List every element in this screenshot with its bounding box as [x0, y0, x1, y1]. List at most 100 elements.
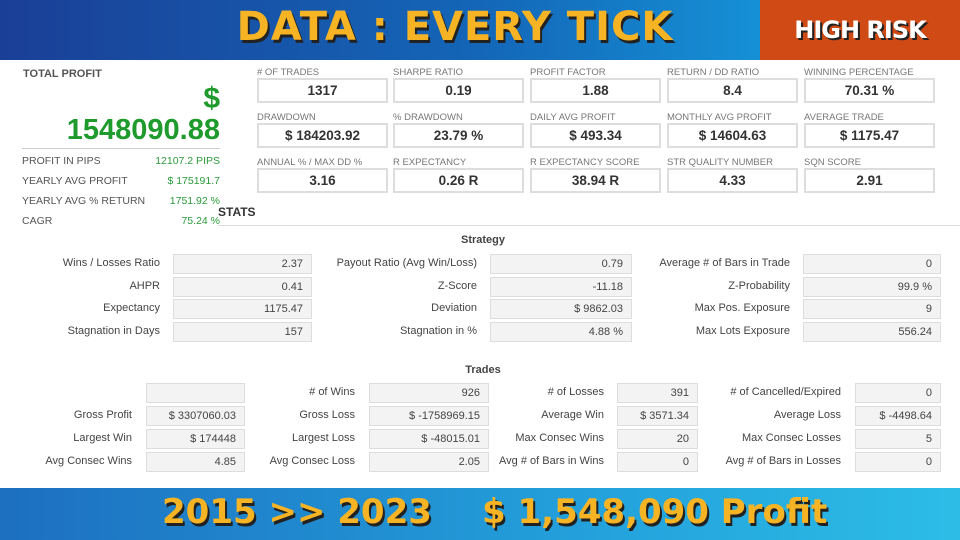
strategy-value: 157 — [173, 321, 312, 342]
trades-label: Gross Profit — [73, 409, 132, 421]
trades-value: 926 — [369, 383, 489, 403]
metric-label: DAILY AVG PROFIT — [530, 112, 616, 123]
total-profit-value: 1548090.88 — [66, 114, 220, 146]
summary-row: CAGR 75.24 % — [22, 215, 220, 227]
trades-value: $ 3307060.03 — [146, 406, 245, 426]
metric-label: ANNUAL % / MAX DD % — [257, 157, 363, 168]
metric-value-box: 0.19 — [393, 78, 524, 103]
summary-value: 1751.92 % — [169, 195, 220, 207]
metric-value-box: 1317 — [257, 78, 388, 103]
strategy-value: 0 — [803, 254, 941, 274]
footer-profit: $ 1,548,090 Profit — [482, 492, 828, 532]
trades-label: Avg Consec Wins — [45, 455, 132, 467]
metric-value-box: 23.79 % — [393, 123, 524, 148]
trades-label: # of Losses — [547, 386, 604, 398]
strategy-value: 2.37 — [173, 254, 312, 274]
divider — [218, 225, 960, 226]
trades-value: $ -48015.01 — [369, 429, 489, 449]
trades-label: Avg Consec Loss — [269, 455, 355, 467]
trades-value: 0 — [855, 383, 941, 403]
metric-label: MONTHLY AVG PROFIT — [667, 112, 772, 123]
trades-label: Largest Win — [73, 432, 132, 444]
strategy-value: 556.24 — [803, 321, 941, 342]
metric-label: SQN SCORE — [804, 157, 862, 168]
metric-label: % DRAWDOWN — [393, 112, 463, 123]
trades-value: 5 — [855, 429, 941, 449]
strategy-label: Payout Ratio (Avg Win/Loss) — [336, 257, 477, 269]
risk-badge: HIGH RISK — [760, 0, 960, 60]
metric-value-box: 70.31 % — [804, 78, 935, 103]
divider — [22, 148, 220, 149]
trades-label: Average Loss — [773, 409, 841, 421]
summary-row: PROFIT IN PIPS 12107.2 PIPS — [22, 155, 220, 167]
metric-label: RETURN / DD RATIO — [667, 67, 760, 78]
trades-value: 391 — [617, 383, 698, 403]
strategy-label: Z-Probability — [728, 279, 790, 292]
metric-label: WINNING PERCENTAGE — [804, 67, 914, 78]
trades-label: Avg # of Bars in Losses — [725, 455, 841, 467]
metric-value-box: 8.4 — [667, 78, 798, 103]
metric-label: DRAWDOWN — [257, 112, 316, 123]
strategy-label: Expectancy — [103, 302, 160, 314]
metric-label: STR QUALITY NUMBER — [667, 157, 773, 168]
strategy-value: 9 — [803, 299, 941, 319]
trades-label: Max Consec Wins — [515, 432, 604, 444]
metric-label: AVERAGE TRADE — [804, 112, 884, 123]
strategy-label: AHPR — [129, 279, 160, 292]
strategy-value: 99.9 % — [803, 276, 941, 297]
trades-value: 20 — [617, 429, 698, 449]
summary-label: CAGR — [22, 215, 53, 227]
metric-value-box: 1.88 — [530, 78, 661, 103]
trades-value: 0 — [617, 452, 698, 472]
trades-label: Avg # of Bars in Wins — [499, 455, 604, 467]
metric-label: R EXPECTANCY — [393, 157, 467, 168]
trades-value: $ 3571.34 — [617, 406, 698, 426]
trades-label: # of Wins — [309, 386, 355, 398]
dollar-icon: $ — [203, 82, 220, 115]
trades-value: 4.85 — [146, 452, 245, 472]
strategy-label: Deviation — [431, 302, 477, 314]
footer-period: 2015 >> 2023 — [162, 492, 432, 532]
metric-value-box: 2.91 — [804, 168, 935, 193]
metric-value-box: 3.16 — [257, 168, 388, 193]
trades-label: Largest Loss — [292, 432, 355, 444]
stats-heading: STATS — [218, 205, 256, 219]
total-profit-label: TOTAL PROFIT — [23, 68, 102, 80]
summary-label: PROFIT IN PIPS — [22, 155, 101, 167]
summary-value: $ 175191.7 — [167, 175, 220, 187]
trades-label: Average Win — [541, 409, 604, 421]
summary-row: YEARLY AVG % RETURN 1751.92 % — [22, 195, 220, 207]
metric-value-box: 0.26 R — [393, 168, 524, 193]
trades-value: 2.05 — [369, 452, 489, 472]
summary-value: 12107.2 PIPS — [155, 155, 220, 167]
metric-label: PROFIT FACTOR — [530, 67, 606, 78]
trades-label: Max Consec Losses — [741, 432, 841, 444]
risk-badge-label: HIGH RISK — [794, 16, 926, 44]
metric-label: # OF TRADES — [257, 67, 320, 78]
trades-value: 0 — [855, 452, 941, 472]
summary-row: YEARLY AVG PROFIT $ 175191.7 — [22, 175, 220, 187]
metric-value-box: $ 14604.63 — [667, 123, 798, 148]
strategy-label: Stagnation in Days — [67, 324, 160, 337]
strategy-label: Wins / Losses Ratio — [62, 257, 160, 269]
metric-value-box: $ 1175.47 — [804, 123, 935, 148]
metric-label: SHARPE RATIO — [393, 67, 464, 78]
summary-label: YEARLY AVG PROFIT — [22, 175, 128, 187]
strategy-label: Stagnation in % — [399, 324, 477, 337]
strategy-value: 1175.47 — [173, 299, 312, 319]
strategy-label: Average # of Bars in Trade — [659, 257, 790, 269]
strategy-value: 0.41 — [173, 276, 312, 297]
strategy-heading: Strategy — [460, 234, 506, 246]
trades-value: $ -1758969.15 — [369, 406, 489, 426]
trades-value: $ -4498.64 — [855, 406, 941, 426]
metric-value-box: 4.33 — [667, 168, 798, 193]
trades-label: # of Cancelled/Expired — [730, 386, 841, 398]
metric-value-box: $ 184203.92 — [257, 123, 388, 148]
metric-value-box: 38.94 R — [530, 168, 661, 193]
strategy-label: Z-Score — [437, 279, 477, 292]
trades-label: Gross Loss — [299, 409, 355, 421]
strategy-label: Max Pos. Exposure — [694, 302, 790, 314]
trades-heading: Trades — [465, 364, 501, 376]
summary-value: 75.24 % — [181, 215, 220, 227]
metric-value-box: $ 493.34 — [530, 123, 661, 148]
